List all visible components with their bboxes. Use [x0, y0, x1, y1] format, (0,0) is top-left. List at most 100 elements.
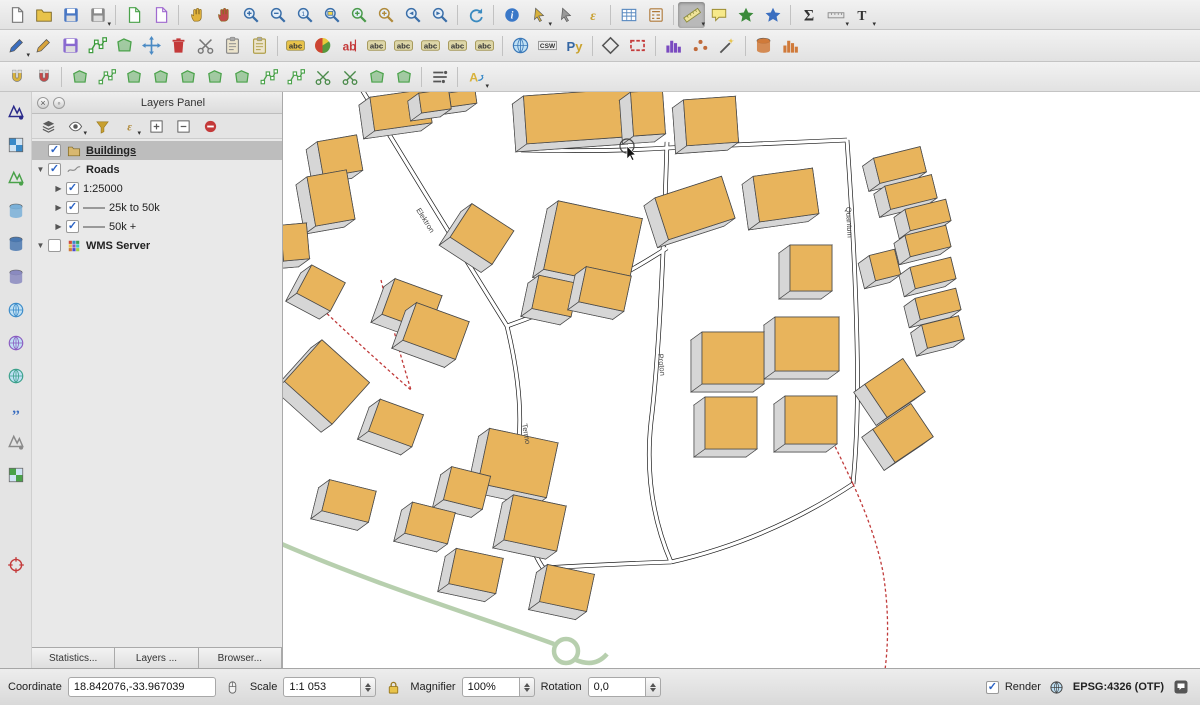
statistical-summary[interactable]: Σ	[795, 2, 822, 28]
render-checkbox[interactable]: ✓	[986, 681, 999, 694]
rotate-feature[interactable]	[66, 64, 93, 90]
merge-attributes[interactable]	[390, 64, 417, 90]
enable-snapping[interactable]	[3, 64, 30, 90]
add-ring[interactable]	[120, 64, 147, 90]
node-tool[interactable]	[84, 33, 111, 59]
save-project[interactable]	[57, 2, 84, 28]
coordinate-capture[interactable]	[3, 553, 29, 577]
measure-line[interactable]	[678, 2, 705, 28]
event-layer[interactable]	[777, 33, 804, 59]
magnifier-value[interactable]: 100%	[462, 677, 520, 697]
merge-features[interactable]	[363, 64, 390, 90]
zoom-to-layer[interactable]	[372, 2, 399, 28]
new-shapefile-layer[interactable]	[3, 166, 29, 190]
rotation-value[interactable]: 0,0	[588, 677, 646, 697]
collapse-all[interactable]	[171, 115, 195, 137]
auto-label[interactable]: A	[462, 64, 489, 90]
zoom-in[interactable]	[237, 2, 264, 28]
zoom-last[interactable]	[399, 2, 426, 28]
expander-icon[interactable]: ▼	[34, 165, 47, 174]
delete-selected[interactable]	[165, 33, 192, 59]
layer-labeling[interactable]: abc	[282, 33, 309, 59]
identify-features[interactable]: i	[498, 2, 525, 28]
add-wms-layer[interactable]	[3, 298, 29, 322]
layer-checkbox[interactable]: ✓	[48, 163, 61, 176]
add-delimited-text-layer[interactable]: ,,	[3, 397, 29, 421]
fill-ring[interactable]	[174, 64, 201, 90]
rotation-spinbox[interactable]: 0,0	[588, 677, 661, 697]
open-attribute-table[interactable]	[615, 2, 642, 28]
raster-histogram[interactable]	[660, 33, 687, 59]
measure-angle[interactable]	[822, 2, 849, 28]
layer-row-wms-server[interactable]: ▼WMS Server	[32, 236, 282, 255]
layer-checkbox[interactable]: ✓	[66, 201, 79, 214]
show-bookmarks[interactable]	[759, 2, 786, 28]
cut-features[interactable]	[192, 33, 219, 59]
zoom-full[interactable]	[318, 2, 345, 28]
save-project-as[interactable]	[84, 2, 111, 28]
open-project[interactable]	[30, 2, 57, 28]
open-layer-styling[interactable]	[36, 115, 60, 137]
delete-part[interactable]	[228, 64, 255, 90]
magnifier-stepper[interactable]	[520, 677, 535, 697]
highlight-pinned-labels[interactable]: abc	[390, 33, 417, 59]
snapping-options[interactable]	[426, 64, 453, 90]
coordinate-input[interactable]: 18.842076,-33.967039	[68, 677, 216, 697]
filter-by-expression[interactable]: ε	[117, 115, 141, 137]
add-wcs-layer[interactable]	[3, 331, 29, 355]
new-bookmark[interactable]	[732, 2, 759, 28]
pan-map[interactable]	[183, 2, 210, 28]
enable-tracing[interactable]	[30, 64, 57, 90]
split-features[interactable]	[309, 64, 336, 90]
layer-row-25k-to-50k[interactable]: ▶✓25k to 50k	[32, 198, 282, 217]
python-console[interactable]: Py	[561, 33, 588, 59]
add-spatialite-layer[interactable]	[3, 199, 29, 223]
crs-status-button[interactable]: EPSG:4326 (OTF)	[1073, 681, 1164, 693]
layer-checkbox[interactable]: ✓	[66, 182, 79, 195]
metasearch-catalog[interactable]	[507, 33, 534, 59]
layer-row-roads[interactable]: ▼✓Roads	[32, 160, 282, 179]
save-layer-edits[interactable]	[57, 33, 84, 59]
layer-row-buildings[interactable]: ✓Buildings	[32, 141, 282, 160]
new-project[interactable]	[3, 2, 30, 28]
tab-layers[interactable]: Layers ...	[115, 648, 198, 668]
text-annotation[interactable]: T	[849, 2, 876, 28]
db-manager[interactable]	[750, 33, 777, 59]
coordinate-display-toggle[interactable]	[222, 674, 244, 700]
composer-manager[interactable]	[147, 2, 174, 28]
zoom-next[interactable]	[426, 2, 453, 28]
zoom-to-selection[interactable]	[345, 2, 372, 28]
layer-checkbox[interactable]	[48, 239, 61, 252]
tab-statistics[interactable]: Statistics...	[32, 648, 115, 668]
interpolation[interactable]	[687, 33, 714, 59]
expander-icon[interactable]: ▶	[52, 203, 65, 212]
heatmap-tool[interactable]	[714, 33, 741, 59]
add-wfs-layer[interactable]	[3, 364, 29, 388]
magnifier-spinbox[interactable]: 100%	[462, 677, 535, 697]
copy-features[interactable]	[219, 33, 246, 59]
expand-all[interactable]	[144, 115, 168, 137]
zoom-out[interactable]	[264, 2, 291, 28]
reshape-features[interactable]	[282, 64, 309, 90]
tab-browser[interactable]: Browser...	[199, 648, 282, 668]
expander-icon[interactable]: ▶	[52, 222, 65, 231]
manage-map-themes[interactable]	[63, 115, 87, 137]
map-canvas[interactable]: ElektronQuantumProtonTermo	[283, 92, 1200, 668]
offset-curve[interactable]	[255, 64, 282, 90]
deselect-features[interactable]	[552, 2, 579, 28]
add-postgis-layer[interactable]	[3, 232, 29, 256]
scale-combo[interactable]: 1:1 053	[283, 677, 376, 697]
new-geopackage-layer[interactable]	[3, 463, 29, 487]
move-feature[interactable]	[138, 33, 165, 59]
add-raster-layer[interactable]	[3, 133, 29, 157]
add-feature[interactable]	[111, 33, 138, 59]
select-by-expression[interactable]: ε	[579, 2, 606, 28]
layer-checkbox[interactable]: ✓	[66, 220, 79, 233]
close-panel-button[interactable]: ×	[37, 97, 49, 109]
zoom-actual[interactable]: 1	[291, 2, 318, 28]
refresh-map[interactable]	[462, 2, 489, 28]
map-tips[interactable]	[705, 2, 732, 28]
current-edits[interactable]	[3, 33, 30, 59]
float-panel-button[interactable]: ◦	[53, 97, 65, 109]
select-features[interactable]	[525, 2, 552, 28]
